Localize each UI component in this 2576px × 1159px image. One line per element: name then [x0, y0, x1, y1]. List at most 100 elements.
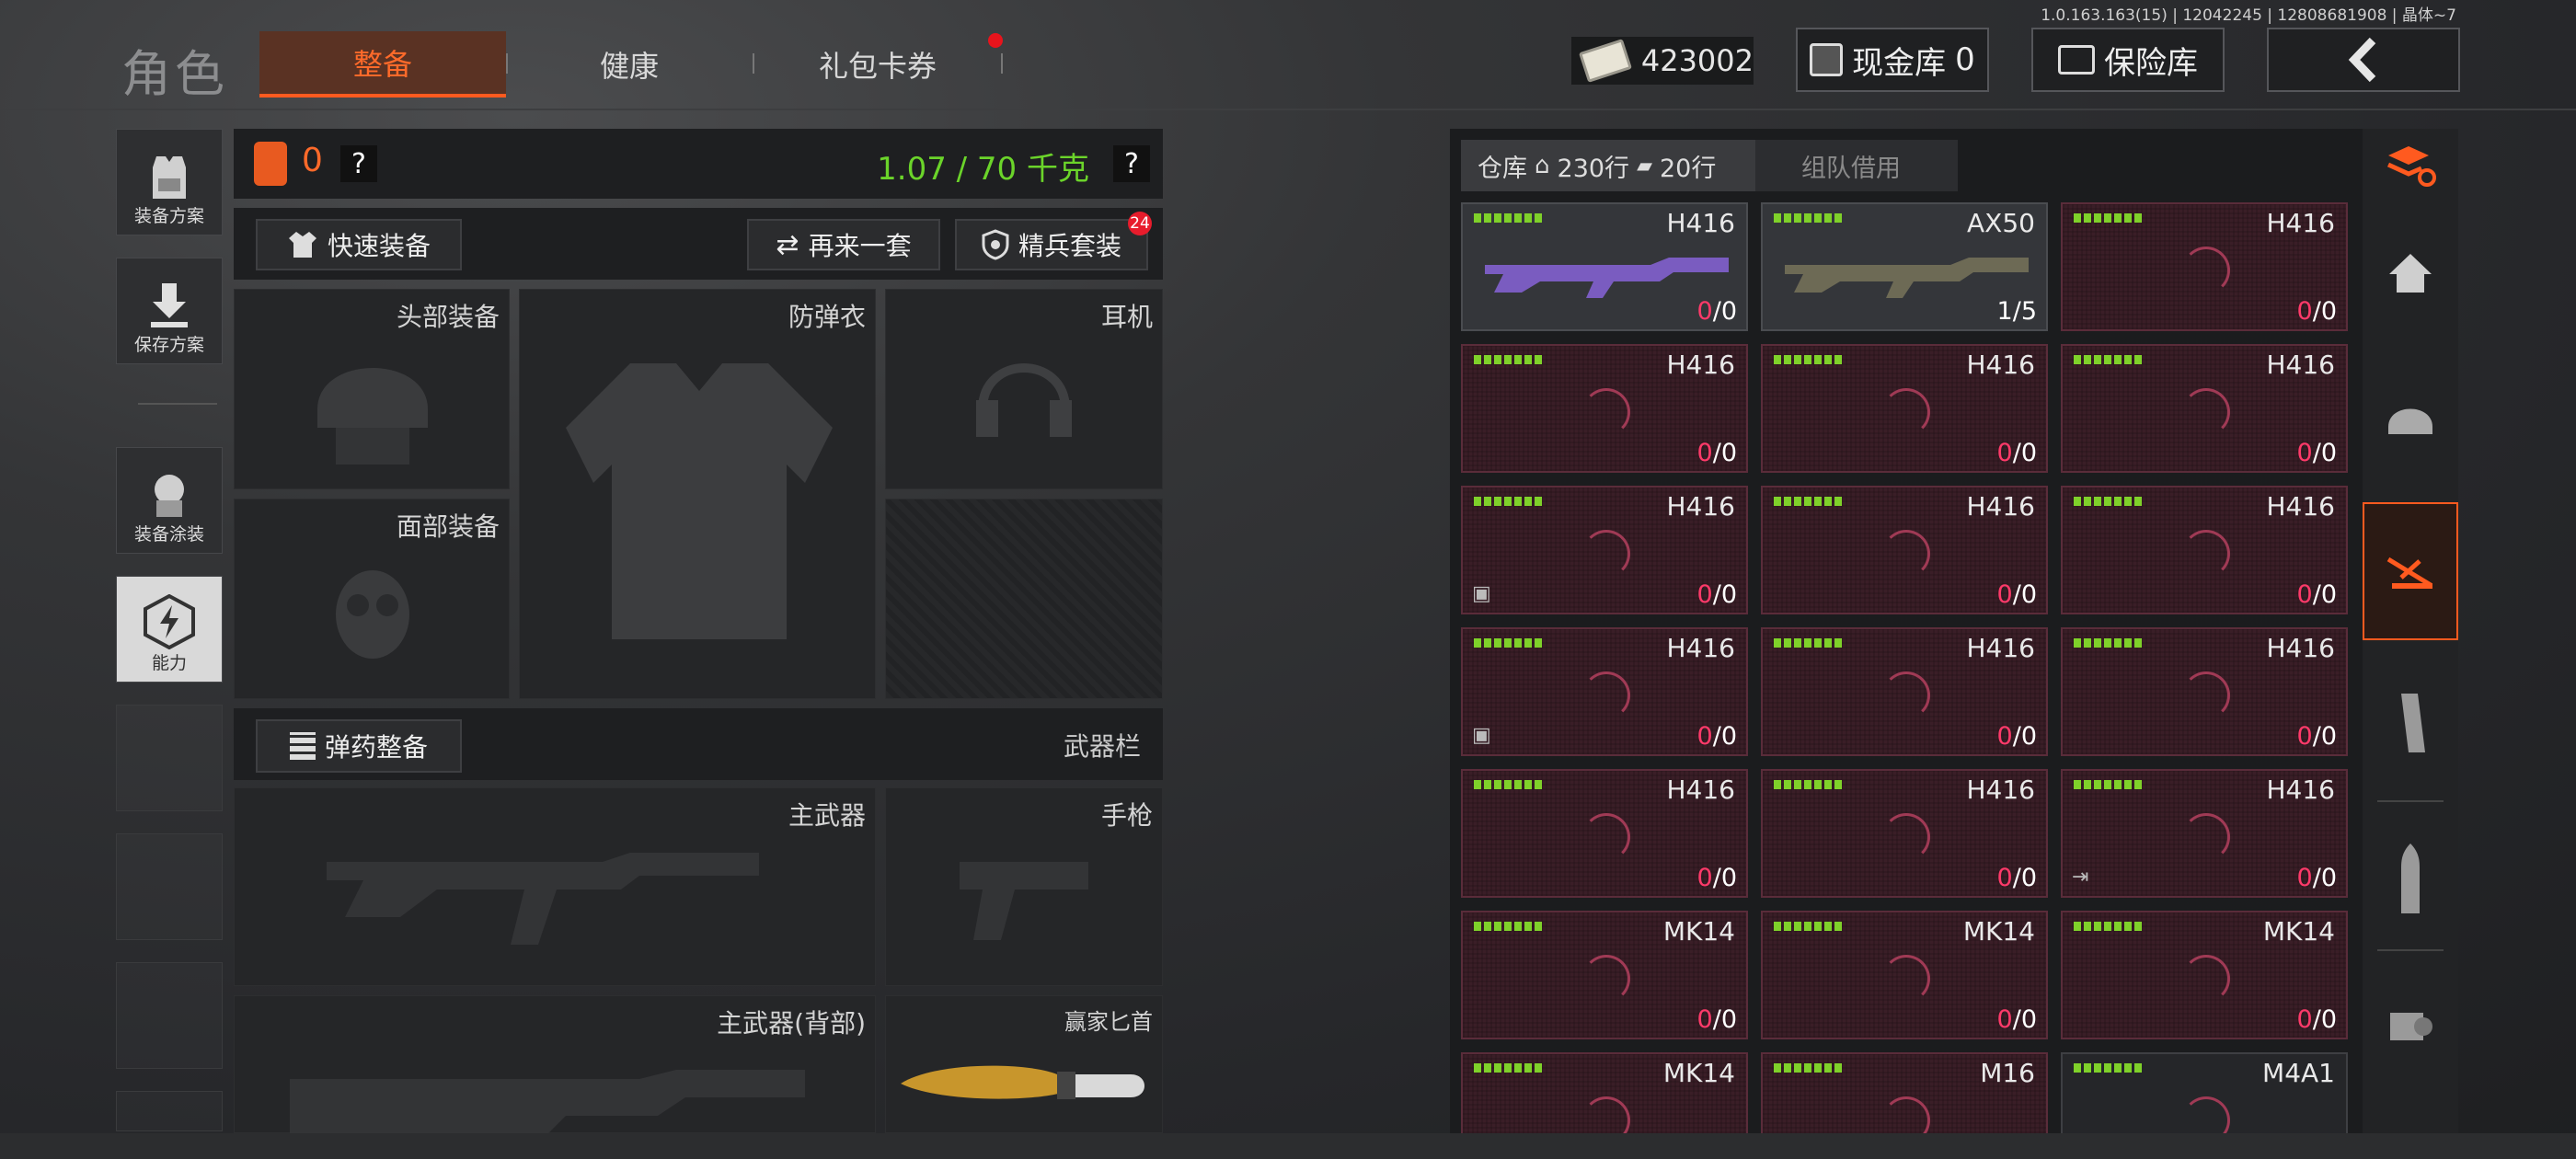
box-icon: ▣: [1472, 724, 1491, 747]
item-name: H416: [2266, 775, 2336, 805]
warehouse-item[interactable]: H416 0/0: [1461, 202, 1748, 331]
count-total: 0: [1720, 722, 1737, 751]
right-nav-magazine[interactable]: [2363, 655, 2458, 793]
slot-label: 面部装备: [396, 511, 500, 542]
tab-gift-vouchers[interactable]: 礼包卡券: [754, 31, 1001, 98]
sidebar-empty-slot: [116, 705, 223, 811]
warehouse-item[interactable]: H416 ⇥ 0/0: [2061, 769, 2348, 898]
rifle-silhouette-icon: [327, 853, 759, 945]
headset-slot[interactable]: 耳机: [885, 289, 1163, 489]
loading-icon: [2182, 388, 2230, 436]
melee-slot[interactable]: 赢家匕首: [885, 995, 1163, 1133]
sidebar-item-ability[interactable]: 能力: [116, 576, 223, 683]
slot-label: 耳机: [1100, 302, 1153, 332]
warehouse-item[interactable]: H416 0/0: [2061, 627, 2348, 756]
warehouse-item[interactable]: H416 0/0: [1461, 344, 1748, 473]
help-icon[interactable]: ?: [340, 145, 377, 182]
warehouse-item[interactable]: MK14 0/0: [2061, 911, 2348, 1039]
gas-mask-icon: [336, 570, 409, 659]
item-count: 0/0: [1697, 439, 1737, 467]
exit-icon: ⇥: [2072, 866, 2089, 889]
armor-icon: [254, 142, 287, 186]
count-separator: /: [2012, 864, 2021, 892]
head-gear-slot[interactable]: 头部装备: [234, 289, 510, 489]
sidebar-item-camo[interactable]: 装备涂装: [116, 447, 223, 554]
back-button[interactable]: [2267, 28, 2460, 92]
tab-health[interactable]: 健康: [506, 31, 753, 98]
warehouse-item[interactable]: H416 ▣ 0/0: [1461, 627, 1748, 756]
warehouse-item[interactable]: H416 0/0: [2061, 202, 2348, 331]
slot-label: 主武器: [788, 800, 866, 831]
warehouse-item[interactable]: AX50 1/5: [1761, 202, 2048, 331]
warehouse-item[interactable]: H416 0/0: [1761, 627, 2048, 756]
warehouse-item[interactable]: H416 0/0: [1461, 769, 1748, 898]
warehouse-tab[interactable]: 仓库 ⌂ 230行 ▰ 20行: [1461, 140, 1755, 191]
warehouse-item[interactable]: MK14 0/0: [1461, 911, 1748, 1039]
right-nav-bullet[interactable]: [2363, 809, 2458, 947]
elite-set-button[interactable]: 精兵套装: [955, 219, 1148, 270]
app-root: 1.0.163.163(15) | 12042245 | 12808681908…: [0, 0, 2576, 1159]
team-borrow-tab[interactable]: 组队借用: [1801, 148, 1901, 184]
primary-weapon-slot[interactable]: 主武器: [234, 787, 876, 986]
warehouse-item[interactable]: H416 0/0: [2061, 486, 2348, 614]
quick-equip-label: 快速装备: [327, 231, 431, 261]
face-gear-slot[interactable]: 面部装备: [234, 499, 510, 699]
warehouse-item[interactable]: H416 0/0: [1761, 344, 2048, 473]
grade-bars: [2074, 780, 2142, 789]
warehouse-item[interactable]: H416 0/0: [1761, 769, 2048, 898]
warehouse-item[interactable]: MK14: [1461, 1052, 1748, 1133]
equip-action-bar: 快速装备 ⇄ 再来一套 精兵套装 24: [234, 208, 1163, 280]
ammo-prepare-button[interactable]: 弹药整备: [256, 719, 462, 773]
box-icon: ▣: [1472, 582, 1491, 605]
count-separator: /: [1712, 1005, 1721, 1034]
vest-slot[interactable]: 防弹衣: [519, 289, 876, 699]
right-nav-scope[interactable]: [2363, 957, 2458, 1095]
loading-icon: [1882, 530, 1930, 578]
warehouse-item[interactable]: M16: [1761, 1052, 2048, 1133]
pistol-slot[interactable]: 手枪: [885, 787, 1163, 986]
sidebar-empty-slot: [116, 833, 223, 940]
loading-icon: [1882, 671, 1930, 719]
item-name: MK14: [1962, 916, 2035, 947]
right-nav-weapons[interactable]: [2363, 502, 2458, 640]
warehouse-item[interactable]: MK14 0/0: [1761, 911, 2048, 1039]
item-name: H416: [1666, 350, 1736, 380]
item-name: MK14: [1662, 1058, 1735, 1088]
warehouse-item[interactable]: H416 ▣ 0/0: [1461, 486, 1748, 614]
right-nav-helmet[interactable]: [2363, 353, 2458, 491]
magazine-icon: [2401, 694, 2425, 752]
again-set-button[interactable]: ⇄ 再来一套: [747, 219, 940, 270]
count-total: 0: [2320, 297, 2337, 326]
count-current: 0: [2296, 864, 2313, 892]
warehouse-item[interactable]: H416 0/0: [2061, 344, 2348, 473]
safe-button[interactable]: 保险库: [2031, 28, 2225, 92]
sidebar-item-equip-plan[interactable]: 装备方案: [116, 129, 223, 235]
loading-icon: [1582, 813, 1630, 861]
item-count: 0/0: [2297, 297, 2337, 326]
grade-bars: [2074, 638, 2142, 648]
count-current: 0: [1996, 439, 2013, 467]
weapon-bar-label: 武器栏: [1063, 731, 1141, 762]
tab-prepare[interactable]: 整备: [259, 31, 506, 98]
loading-icon: [1582, 388, 1630, 436]
warehouse-item[interactable]: H416 0/0: [1761, 486, 2048, 614]
weight-help-icon[interactable]: ?: [1113, 145, 1150, 182]
right-nav-home[interactable]: [2363, 204, 2458, 342]
grade-bars: [1474, 497, 1542, 506]
item-count: 0/0: [2297, 864, 2337, 892]
item-name: H416: [2266, 350, 2336, 380]
quick-equip-button[interactable]: 快速装备: [256, 219, 462, 270]
cash-vault-button[interactable]: 现金库 0: [1796, 28, 1989, 92]
sidebar-item-save-plan[interactable]: 保存方案: [116, 258, 223, 364]
count-current: 0: [2296, 439, 2313, 467]
right-nav-layers[interactable]: [2363, 129, 2458, 202]
count-separator: /: [1712, 580, 1721, 609]
count-total: 0: [2020, 439, 2037, 467]
primary-back-weapon-slot[interactable]: 主武器(背部): [234, 995, 876, 1134]
loading-icon: [2182, 530, 2230, 578]
count-current: 0: [1696, 580, 1713, 609]
warehouse-item[interactable]: M4A1: [2061, 1052, 2348, 1133]
loading-icon: [1582, 671, 1630, 719]
cash-icon: [1578, 39, 1632, 83]
loading-icon: [2182, 1096, 2230, 1133]
